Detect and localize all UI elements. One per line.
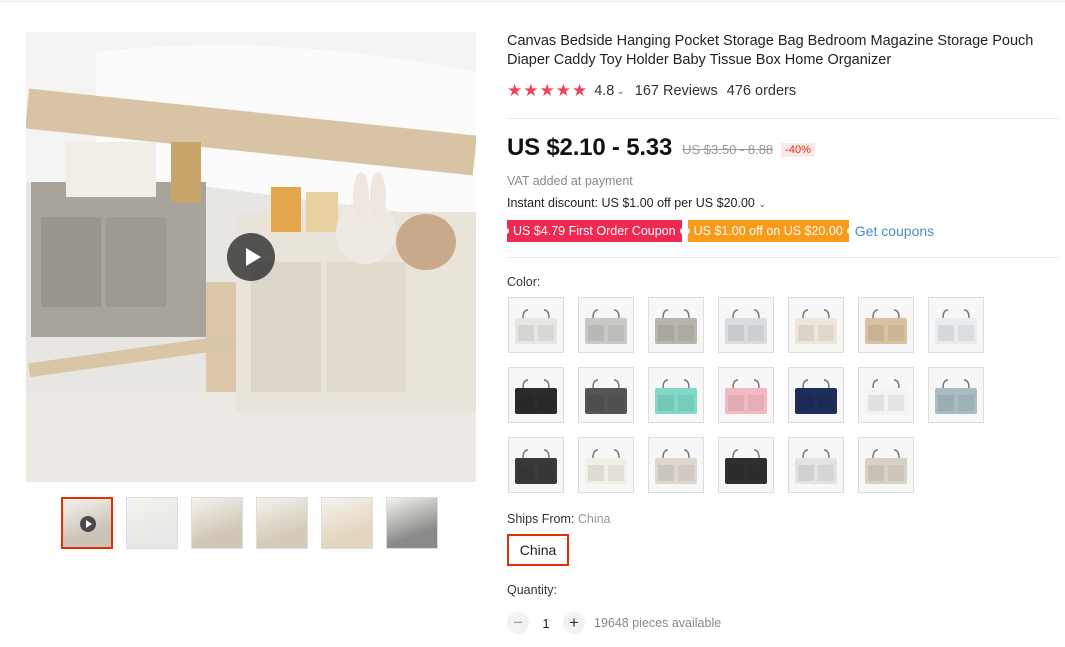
swatch-image	[859, 368, 913, 422]
rating-score[interactable]: 4.8	[594, 83, 614, 99]
divider	[507, 257, 1059, 258]
thumbnail-image	[257, 498, 307, 548]
main-product-image[interactable]	[26, 32, 476, 482]
swatch-image	[929, 368, 983, 422]
divider	[507, 118, 1059, 119]
ships-from-value: China	[577, 512, 611, 526]
swatch-image	[579, 298, 633, 352]
color-swatch-triangle-print-bag[interactable]	[718, 297, 774, 353]
swatch-image	[509, 438, 563, 492]
grey-bag-thumbnail[interactable]	[126, 497, 178, 549]
swatch-image	[719, 298, 773, 352]
color-swatch-pink-bag[interactable]	[718, 367, 774, 423]
decrease-quantity-button[interactable]: −	[507, 612, 529, 634]
product-title: Canvas Bedside Hanging Pocket Storage Ba…	[507, 33, 1034, 68]
color-swatch-black-white-plaid-bag[interactable]	[578, 367, 634, 423]
quantity-stepper: − 1 + 19648 pieces available	[507, 612, 721, 634]
color-swatch-black-white-print-bag[interactable]	[508, 437, 564, 493]
color-swatch-grey-bag-on-bed[interactable]	[648, 297, 704, 353]
vat-note: VAT added at payment	[507, 174, 633, 188]
color-swatch-plaid-bag[interactable]	[928, 297, 984, 353]
color-swatch-cream-bag-with-toys[interactable]	[788, 297, 844, 353]
color-swatch-white-grid-bag[interactable]	[858, 367, 914, 423]
swatch-image	[789, 438, 843, 492]
ship-from-china-option[interactable]: China	[507, 534, 569, 566]
swatch-image	[929, 298, 983, 352]
reviews-link[interactable]: 167 Reviews	[635, 83, 718, 99]
color-swatch-leaf-print-bag[interactable]	[788, 437, 844, 493]
coupon-row: US $4.79 First Order Coupon US $1.00 off…	[504, 220, 934, 242]
color-swatch-grey-hanging-bag[interactable]	[578, 297, 634, 353]
swatch-image	[509, 298, 563, 352]
instant-discount[interactable]: Instant discount: US $1.00 off per US $2…	[507, 196, 766, 210]
chevron-down-icon: ⌄	[758, 199, 766, 209]
price: US $2.10 - 5.33	[507, 134, 673, 161]
swatch-image	[719, 438, 773, 492]
thumbnail-image	[322, 498, 372, 548]
color-swatch-floral-bag[interactable]	[648, 437, 704, 493]
swatch-image	[789, 368, 843, 422]
thumbnail-image	[192, 498, 242, 548]
swatch-image	[859, 298, 913, 352]
increase-quantity-button[interactable]: +	[563, 612, 585, 634]
swatch-image	[649, 298, 703, 352]
chevron-down-icon[interactable]: ⌄	[616, 86, 624, 97]
first-order-coupon[interactable]: US $4.79 First Order Coupon	[504, 220, 685, 242]
swatch-image	[649, 368, 703, 422]
color-swatch-blue-grey-bag[interactable]	[928, 367, 984, 423]
swatch-image	[789, 298, 843, 352]
color-swatch-cactus-print-bag[interactable]	[578, 437, 634, 493]
swatch-image	[859, 438, 913, 492]
discount-badge: -40%	[781, 142, 815, 157]
color-swatch-mint-bag[interactable]	[648, 367, 704, 423]
color-swatch-light-grey-hanging-bag[interactable]	[508, 297, 564, 353]
swatch-image	[509, 368, 563, 422]
color-label: Color:	[507, 275, 541, 289]
swatch-image	[649, 438, 703, 492]
thumbnail-image	[387, 498, 437, 548]
cream-bag-thumbnail[interactable]	[256, 497, 308, 549]
bed-thumbnail[interactable]	[191, 497, 243, 549]
color-swatch-navy-bag[interactable]	[788, 367, 844, 423]
price-row: US $2.10 - 5.33 US $3.50 - 8.88 -40%	[507, 134, 815, 162]
ships-from-title: Ships From:	[507, 512, 575, 526]
play-icon	[80, 516, 96, 532]
available-stock: 19648 pieces available	[594, 616, 722, 630]
original-price: US $3.50 - 8.88	[682, 142, 774, 157]
orders-count: 476 orders	[726, 83, 797, 99]
quantity-input[interactable]: 1	[529, 616, 563, 631]
video-thumbnail[interactable]	[61, 497, 113, 549]
play-video-button[interactable]	[227, 233, 275, 281]
swatch-image	[579, 438, 633, 492]
quantity-label: Quantity:	[507, 583, 558, 597]
color-swatch-bird-print-bag[interactable]	[858, 437, 914, 493]
color-swatch-khaki-flat-bag[interactable]	[858, 297, 914, 353]
swatch-image	[719, 368, 773, 422]
get-coupons-link[interactable]: Get coupons	[855, 223, 934, 239]
color-swatch-black-patterned-bag[interactable]	[718, 437, 774, 493]
swatch-image	[579, 368, 633, 422]
star-rating-icon: ★★★★★	[507, 81, 589, 100]
thumbnail-image	[127, 498, 177, 548]
top-border	[0, 0, 1065, 3]
instant-discount-text: Instant discount: US $1.00 off per US $2…	[507, 196, 755, 210]
color-swatch-black-plaid-bag[interactable]	[508, 367, 564, 423]
toys-bag-thumbnail[interactable]	[321, 497, 373, 549]
rating-row: ★★★★★ 4.8 ⌄ 167 Reviews 476 orders	[507, 81, 797, 100]
store-coupon[interactable]: US $1.00 off on US $20.00	[684, 220, 852, 242]
ships-from-label: Ships From: China	[507, 512, 611, 526]
grey-wall-thumbnail[interactable]	[386, 497, 438, 549]
